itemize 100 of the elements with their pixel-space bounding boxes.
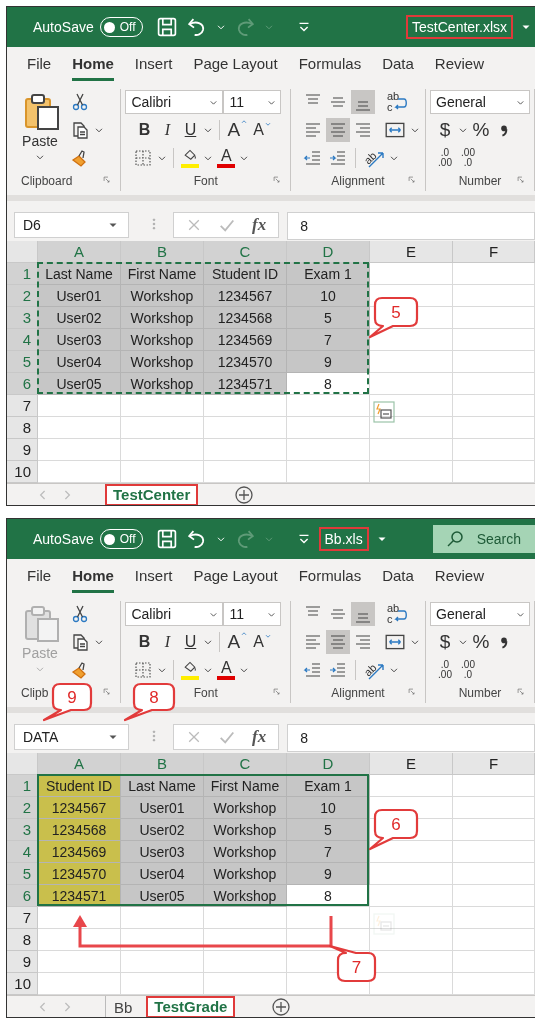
number-format-dropdown[interactable]: General [430,90,530,114]
number-format-dropdown[interactable]: General [430,602,530,626]
underline-button[interactable]: U [179,118,202,142]
column-header[interactable]: D [287,753,370,775]
column-header[interactable]: E [370,753,453,775]
ribbon-tab[interactable]: Formulas [298,561,362,593]
row-header[interactable]: 7 [7,395,38,417]
add-sheet-icon[interactable] [234,485,255,505]
copy-icon [70,120,90,140]
column-header[interactable]: D [287,241,370,263]
ribbon-tab[interactable]: Data [382,49,414,81]
font-size-dropdown[interactable]: 11 [223,90,282,114]
row-header[interactable]: 1 [7,263,38,285]
row-header[interactable]: 10 [7,973,38,995]
caret-up-icon [240,118,249,126]
row-header[interactable]: 4 [7,329,38,351]
sheet-tab[interactable]: TestGrade [146,996,236,1017]
ribbon-tab[interactable]: Insert [134,49,173,81]
currency-button[interactable]: $ [434,118,456,142]
row-header[interactable]: 6 [7,885,38,907]
ribbon-tab[interactable]: Review [434,561,484,593]
paste-options-icon[interactable] [372,400,396,424]
autosave-label: AutoSave [33,19,94,35]
paste-button[interactable]: Paste [12,89,68,171]
row-header[interactable]: 10 [7,461,38,483]
grow-font-button[interactable]: A [225,118,251,142]
ribbon-tab[interactable]: Home [72,561,114,593]
ribbon-tab[interactable]: Insert [134,561,173,593]
column-header[interactable]: F [453,753,535,775]
percent-button[interactable]: % [470,118,492,142]
bold-button[interactable]: B [133,630,156,654]
search-field[interactable]: Search [432,525,535,553]
font-color-button[interactable]: A [215,146,238,170]
grow-font-button[interactable]: A [225,630,251,654]
italic-button[interactable]: I [156,630,179,654]
ribbon-tab[interactable]: File [27,561,52,593]
underline-button[interactable]: U [179,630,202,654]
column-header[interactable]: B [121,241,204,263]
shrink-font-button[interactable]: A [251,118,274,142]
table-cell: 7 [287,329,370,351]
font-name-dropdown[interactable]: Calibri [125,90,224,114]
formula-field[interactable]: 8 [287,724,535,752]
ribbon-tab[interactable]: Page Layout [193,49,278,81]
italic-button[interactable]: I [156,118,179,142]
table-cell: 1234569 [38,841,121,863]
ribbon-tab[interactable]: Page Layout [193,561,278,593]
ribbon-tab[interactable]: Data [382,561,414,593]
row-header[interactable]: 9 [7,951,38,973]
column-header[interactable]: B [121,753,204,775]
ribbon-tab[interactable]: Review [434,49,484,81]
column-header[interactable]: E [370,241,453,263]
table-cell: 10 [287,285,370,307]
ribbon-tab[interactable]: File [27,49,52,81]
row-header[interactable]: 2 [7,285,38,307]
font-name-dropdown[interactable]: Calibri [125,602,224,626]
sheet-tab[interactable]: Bb [105,996,141,1017]
name-box[interactable]: DATA [14,724,129,750]
column-header[interactable]: A [38,753,121,775]
formula-field[interactable]: 8 [287,212,535,240]
row-header[interactable]: 3 [7,307,38,329]
align-bottom-button[interactable] [351,602,375,626]
align-bottom-button[interactable] [351,90,375,114]
column-header[interactable]: F [453,241,535,263]
shrink-font-button[interactable]: A [251,630,274,654]
insert-function-button[interactable]: fx [252,215,267,235]
column-header[interactable]: A [38,241,121,263]
row-header[interactable]: 5 [7,351,38,373]
add-sheet-icon[interactable] [271,997,292,1017]
cancel-icon[interactable] [186,217,202,233]
decrease-decimal-button[interactable]: .00 .0 [457,658,479,682]
row-header[interactable]: 5 [7,863,38,885]
row-header[interactable]: 4 [7,841,38,863]
align-center-button[interactable] [326,118,350,142]
ribbon-tab[interactable]: Formulas [298,49,362,81]
sheet-tab[interactable]: TestCenter [105,484,199,505]
column-header[interactable]: C [204,241,287,263]
increase-decimal-button[interactable]: .0 .00 [434,658,456,682]
align-center-button[interactable] [326,630,350,654]
row-header[interactable]: 1 [7,775,38,797]
row-header[interactable]: 8 [7,417,38,439]
row-header[interactable]: 2 [7,797,38,819]
row-header[interactable]: 8 [7,929,38,951]
column-header[interactable]: C [204,753,287,775]
row-header[interactable]: 9 [7,439,38,461]
font-size-dropdown[interactable]: 11 [223,602,282,626]
font-color-button[interactable]: A [215,658,238,682]
name-box[interactable]: D6 [14,212,129,238]
row-header[interactable]: 6 [7,373,38,395]
insert-function-button[interactable]: fx [252,727,267,747]
row-header[interactable]: 3 [7,819,38,841]
cancel-icon[interactable] [186,729,202,745]
ribbon-tab[interactable]: Home [72,49,114,81]
table-cell: User05 [38,373,121,395]
currency-button[interactable]: $ [434,630,456,654]
table-cell: 1234567 [204,285,287,307]
increase-decimal-button[interactable]: .0 .00 [434,146,456,170]
bold-button[interactable]: B [133,118,156,142]
decrease-decimal-button[interactable]: .00 .0 [457,146,479,170]
percent-button[interactable]: % [470,630,492,654]
row-header[interactable]: 7 [7,907,38,929]
